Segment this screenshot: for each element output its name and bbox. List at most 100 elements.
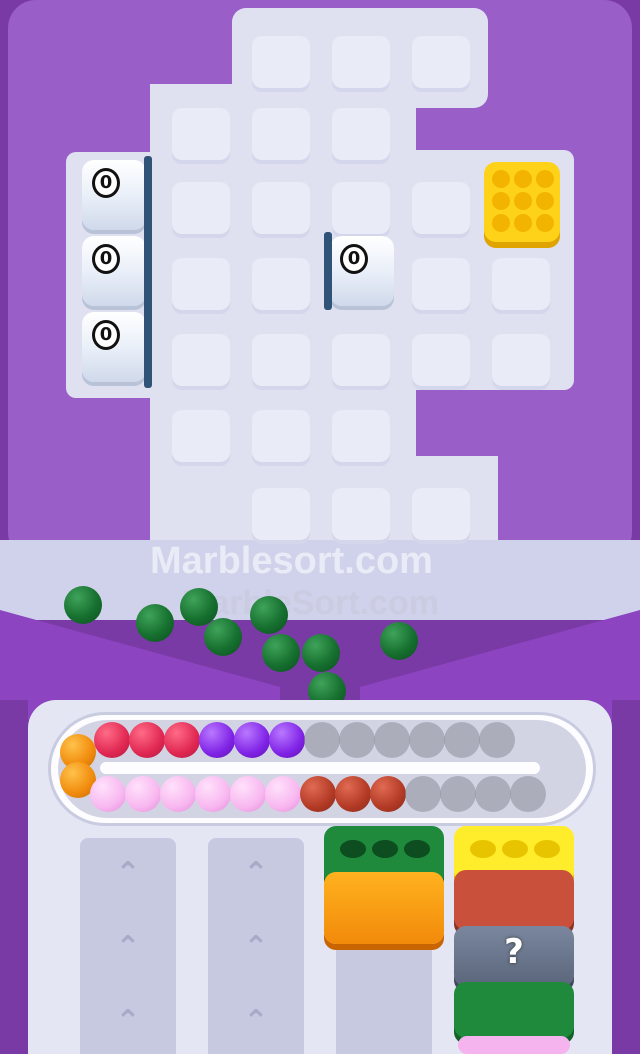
track-marble-empty — [475, 776, 511, 812]
board-tile — [412, 182, 470, 238]
track-marble-pink — [265, 776, 301, 812]
ice-counter: 0 — [340, 244, 368, 274]
track-marble-empty — [444, 722, 480, 758]
track-marble-empty — [405, 776, 441, 812]
board-tile — [172, 410, 230, 466]
board-tile — [412, 334, 470, 390]
left-edge — [0, 700, 28, 1054]
track-marble-empty — [339, 722, 375, 758]
crate-dot — [514, 170, 532, 188]
blocker-bar — [324, 232, 332, 310]
crate-dot — [514, 192, 532, 210]
track-marble-purple — [199, 722, 235, 758]
board-tile — [252, 410, 310, 466]
yellow-crate[interactable] — [484, 162, 560, 242]
marble-green — [64, 586, 102, 624]
marble-green — [302, 634, 340, 672]
up-arrow-icon: ⌃ — [243, 856, 269, 891]
track-marble-pink — [90, 776, 126, 812]
green-collector-box[interactable] — [454, 982, 574, 1038]
box-slot — [372, 840, 398, 858]
marble-green — [250, 596, 288, 634]
board-tile — [332, 410, 390, 466]
crate-dot — [536, 170, 554, 188]
track-marble-purple — [269, 722, 305, 758]
track-marble-brown — [370, 776, 406, 812]
board-tile — [252, 488, 310, 544]
track-marble-red — [129, 722, 165, 758]
watermark: Marblesort.com — [150, 540, 433, 582]
box-slot — [534, 840, 560, 858]
conveyor-divider — [100, 762, 540, 774]
board-tile — [252, 108, 310, 164]
board-tile — [492, 334, 550, 390]
lane-2[interactable]: ⌃ ⌃ ⌃ — [208, 838, 304, 1054]
ice-counter: 0 — [92, 168, 120, 198]
ice-counter: 0 — [92, 320, 120, 350]
up-arrow-icon: ⌃ — [115, 930, 141, 965]
ice-block[interactable]: 0 — [82, 236, 146, 306]
up-arrow-icon: ⌃ — [115, 856, 141, 891]
crate-dot — [492, 214, 510, 232]
board-tile — [252, 182, 310, 238]
board-tile — [332, 334, 390, 390]
up-arrow-icon: ⌃ — [243, 1004, 269, 1039]
track-marble-brown — [335, 776, 371, 812]
board-tile — [332, 36, 390, 92]
up-arrow-icon: ⌃ — [243, 930, 269, 965]
marble-green — [262, 634, 300, 672]
box-slot — [404, 840, 430, 858]
board-tile — [172, 334, 230, 390]
track-marble-empty — [304, 722, 340, 758]
track-marble-red — [164, 722, 200, 758]
mystery-box[interactable]: ? — [454, 926, 574, 986]
board-tile — [332, 488, 390, 544]
box-slot — [502, 840, 528, 858]
track-marble-empty — [479, 722, 515, 758]
board-tile — [252, 258, 310, 314]
crate-dot — [536, 214, 554, 232]
board-tile — [412, 488, 470, 544]
board-tile — [412, 36, 470, 92]
right-edge — [612, 700, 640, 1054]
orange-collector-box[interactable] — [324, 872, 444, 944]
track-marble-pink — [125, 776, 161, 812]
ice-counter: 0 — [92, 244, 120, 274]
track-marble-empty — [409, 722, 445, 758]
board-tile — [412, 258, 470, 314]
board-tile — [252, 334, 310, 390]
red-collector-box[interactable] — [454, 870, 574, 930]
crate-dot — [492, 192, 510, 210]
board-tile — [252, 36, 310, 92]
track-marble-pink — [160, 776, 196, 812]
board-tile — [332, 182, 390, 238]
board-tile — [492, 258, 550, 314]
question-mark-icon: ? — [504, 932, 524, 972]
track-marble-empty — [510, 776, 546, 812]
pink-collector-box[interactable] — [458, 1036, 570, 1054]
crate-dot — [492, 170, 510, 188]
marble-green — [204, 618, 242, 656]
marble-green — [136, 604, 174, 642]
track-marble-pink — [230, 776, 266, 812]
track-marble-pink — [195, 776, 231, 812]
board-tile — [172, 258, 230, 314]
ice-block[interactable]: 0 — [82, 160, 146, 230]
track-marble-purple — [234, 722, 270, 758]
board-tile — [172, 182, 230, 238]
track-marble-empty — [440, 776, 476, 812]
track-marble-red — [94, 722, 130, 758]
marble-green — [380, 622, 418, 660]
crate-dot — [514, 214, 532, 232]
box-slot — [470, 840, 496, 858]
track-marble-empty — [374, 722, 410, 758]
blocker-bar — [144, 156, 152, 388]
box-slot — [340, 840, 366, 858]
up-arrow-icon: ⌃ — [115, 1004, 141, 1039]
board-tile — [332, 108, 390, 164]
crate-dot — [536, 192, 554, 210]
lane-1[interactable]: ⌃ ⌃ ⌃ — [80, 838, 176, 1054]
ice-block[interactable]: 0 — [330, 236, 394, 306]
track-marble-brown — [300, 776, 336, 812]
ice-block[interactable]: 0 — [82, 312, 146, 382]
